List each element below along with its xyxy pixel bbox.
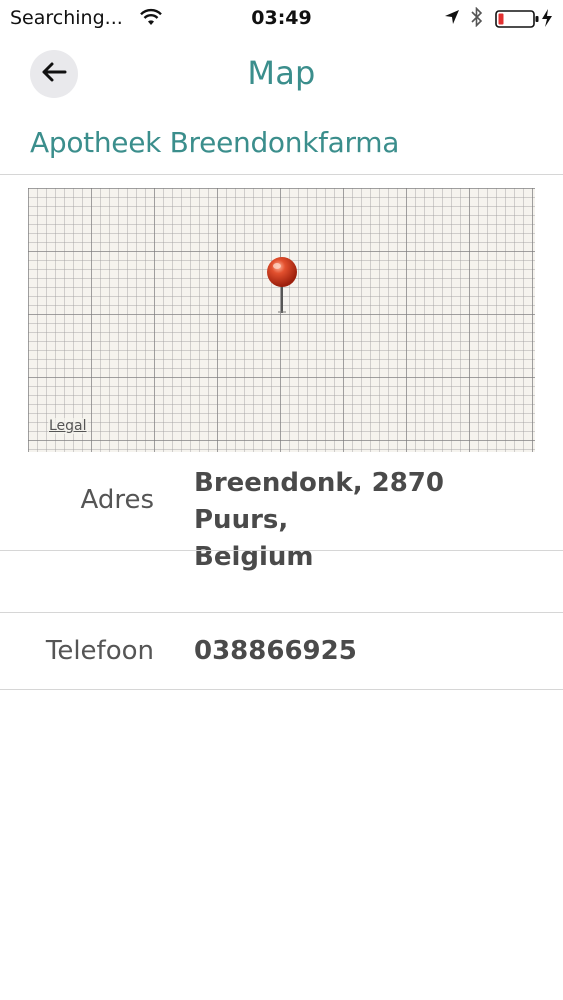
address-line-1: Breendonk, 2870 Puurs, (194, 468, 444, 535)
location-arrow-icon (444, 9, 460, 29)
divider (0, 550, 563, 551)
battery-icon (495, 10, 541, 32)
phone-value[interactable]: 038866925 (194, 633, 539, 670)
legal-link[interactable]: Legal (48, 418, 88, 434)
pharmacy-name: Apotheek Breendonkfarma (30, 126, 400, 159)
divider (0, 612, 563, 613)
navigation-bar: Map (0, 36, 563, 114)
address-value[interactable]: Breendonk, 2870 Puurs, Belgium (194, 465, 539, 576)
address-label: Adres (80, 485, 155, 515)
divider (0, 174, 563, 175)
page-title: Map (247, 54, 316, 92)
divider (0, 689, 563, 690)
map-pin-icon[interactable] (264, 256, 300, 318)
phone-label: Telefoon (45, 636, 154, 666)
charging-icon (541, 8, 553, 32)
map-view[interactable]: Legal (28, 188, 535, 452)
status-bar: Searching... 03:49 (0, 0, 563, 36)
bluetooth-icon (470, 6, 484, 31)
address-line-2: Belgium (194, 542, 314, 572)
